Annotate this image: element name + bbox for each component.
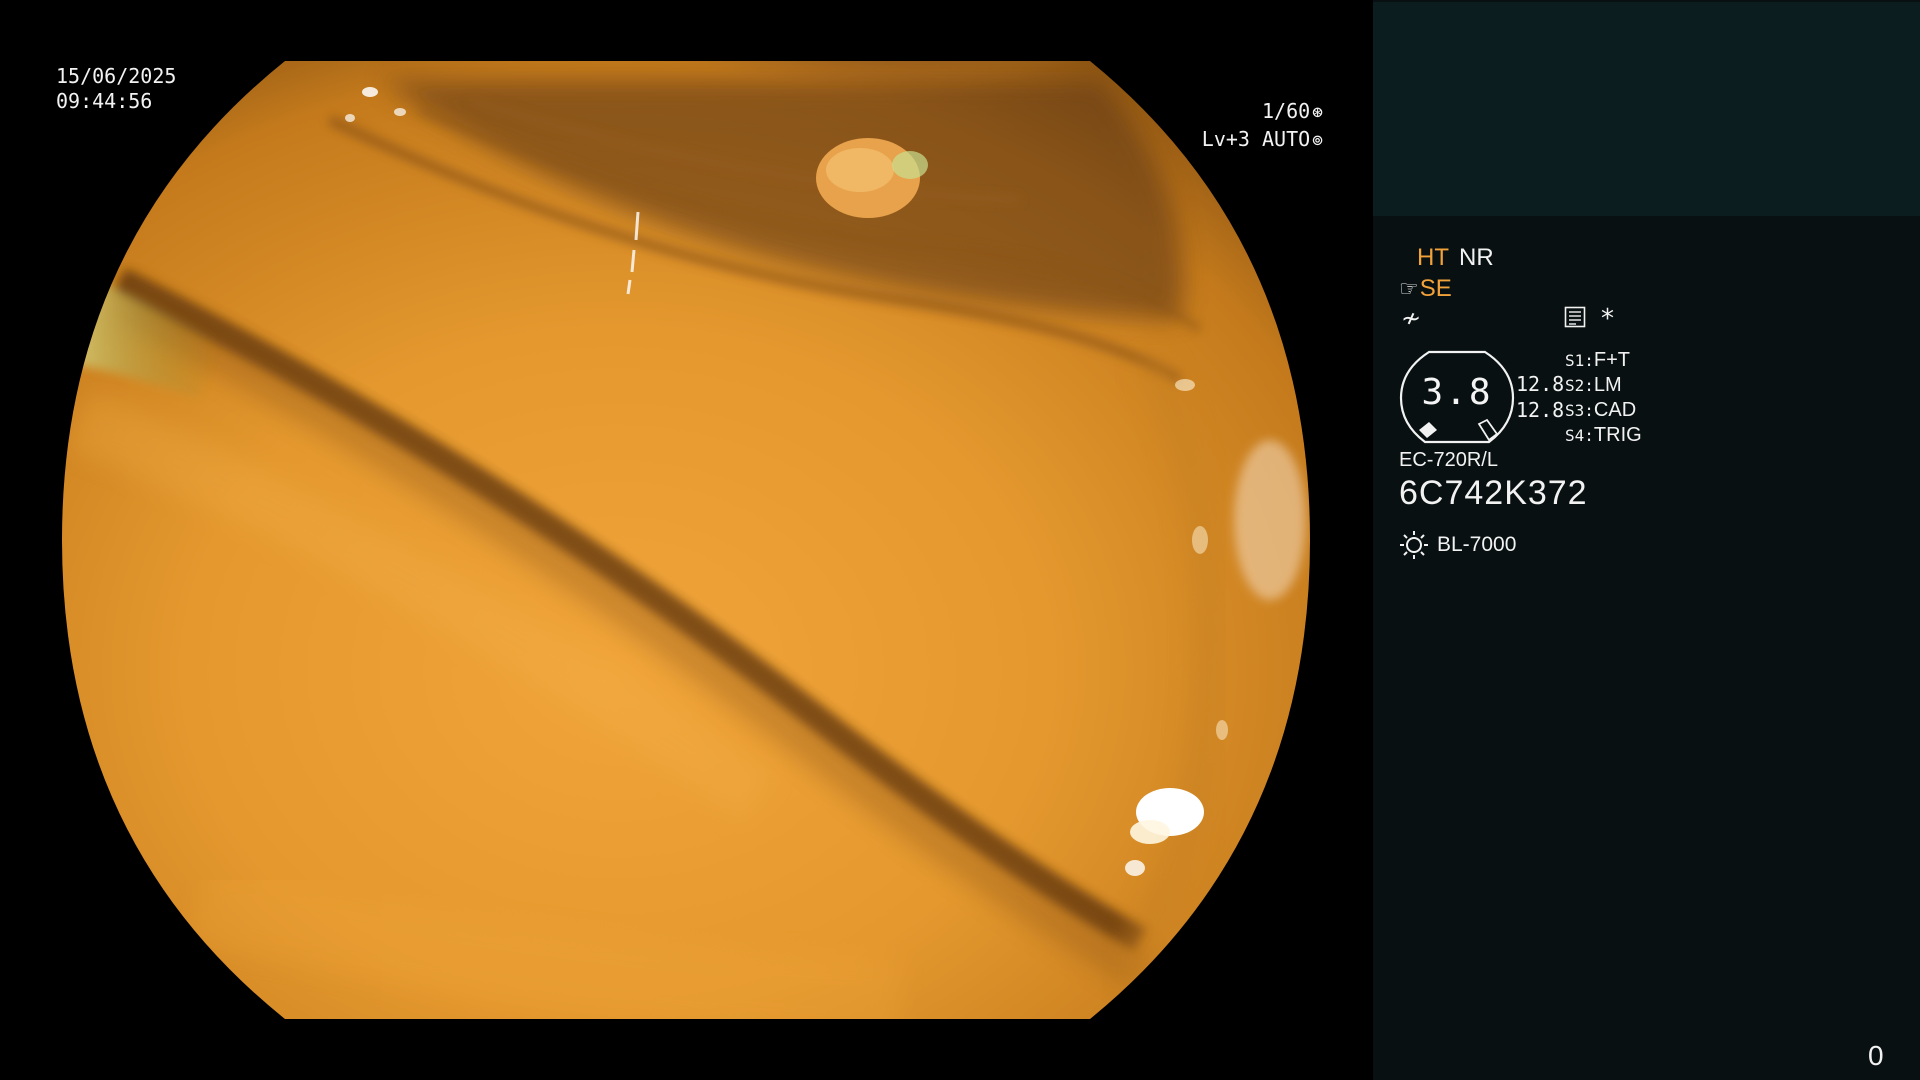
memory-card-icon (1564, 306, 1586, 328)
switch-function: TRIG (1593, 424, 1642, 446)
scope-serial-number: 6C742K372 (1399, 474, 1588, 512)
switch-key: S3: (1565, 401, 1594, 420)
switch-key: S2: (1565, 376, 1594, 395)
brightness-level: Lv+3 AUTO ⊚ (1202, 127, 1323, 153)
size-value-bottom: 12.8 (1516, 398, 1565, 422)
enhancement-curve-icon: ≁ (1401, 304, 1422, 332)
brightness-level-value: Lv+3 AUTO (1201, 127, 1311, 151)
switch-function: CAD (1593, 399, 1637, 421)
exam-time: 09:44:56 (56, 89, 153, 113)
se-indicator: SE (1419, 275, 1452, 302)
image-counter: 0 (1868, 1040, 1884, 1071)
preview-area (1373, 2, 1920, 216)
scope-model: EC-720R/L (1399, 449, 1498, 471)
switch-key: S1: (1565, 351, 1594, 370)
endoscopy-monitor: 15/06/2025 09:44:56 1/60 ⊛ Lv+3 AUTO ⊚ HT N… (0, 0, 1920, 1080)
light-source-model: BL-7000 (1437, 533, 1517, 556)
mode-nr-indicator: NR (1459, 244, 1494, 271)
hand-pointer-icon: ☞ (1399, 276, 1419, 301)
scope-switch-list: S1:F+T S2:LM S3:CAD S4:TRIG (1565, 348, 1642, 448)
switch-s4: S4:TRIG (1565, 423, 1642, 448)
image-mode-row: HT NR (1417, 244, 1494, 272)
switch-function: LM (1593, 374, 1622, 396)
switch-key: S4: (1565, 426, 1594, 445)
zoom-value: 3.8 (1421, 372, 1493, 413)
switch-s3: S3:CAD (1565, 398, 1642, 423)
mode-ht-indicator: HT (1417, 244, 1449, 271)
structure-enhance-row: ☞SE (1399, 275, 1452, 303)
shutter-speed-value: 1/60 (1261, 99, 1311, 123)
endoscopic-image (62, 61, 1310, 1019)
switch-s1: S1:F+T (1565, 348, 1642, 373)
light-source-icon (1400, 531, 1428, 559)
switch-function: F+T (1593, 349, 1631, 371)
aperture-icon: ⊛ (1312, 102, 1323, 123)
light-source-row: BL-7000 (1399, 530, 1516, 560)
info-panel: HT NR ☞SE ≁ * 3.8 12.8 12.8 S1:F+T S2:LM … (1373, 0, 1920, 1080)
record-star: * (1601, 304, 1614, 334)
endoscope-image-view: 15/06/2025 09:44:56 1/60 ⊛ Lv+3 AUTO ⊚ (0, 0, 1373, 1080)
shutter-speed: 1/60 ⊛ (1262, 99, 1323, 125)
size-value-top: 12.8 (1516, 372, 1565, 396)
iris-icon: ⊚ (1312, 130, 1323, 151)
switch-s2: S2:LM (1565, 373, 1642, 398)
exam-date: 15/06/2025 (56, 64, 177, 88)
